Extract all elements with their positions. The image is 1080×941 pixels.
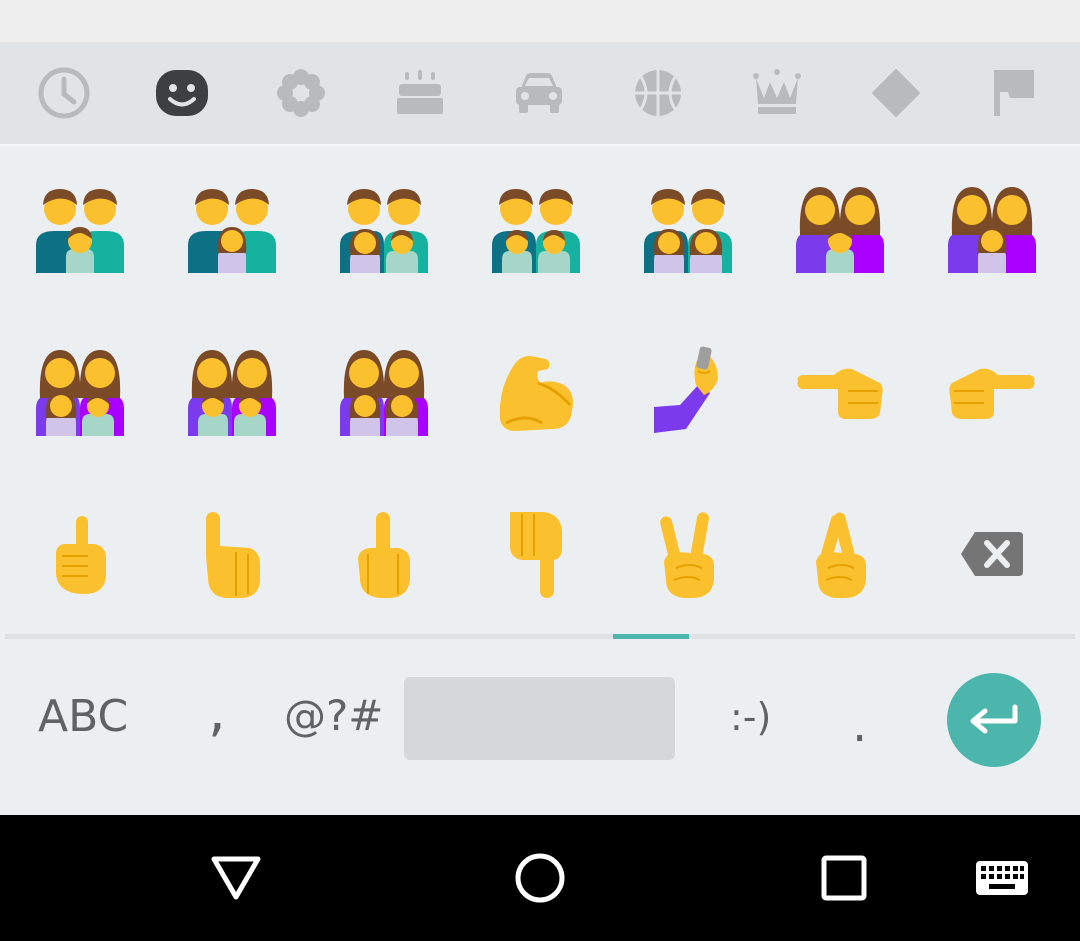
car-icon [516, 73, 562, 113]
birthday-cake-icon [397, 70, 443, 114]
emoji-category-bar [0, 42, 1080, 146]
selfie-emoji[interactable] [613, 309, 763, 472]
system-nav-bar [0, 815, 1080, 941]
family-woman-woman-boy-boy-emoji[interactable] [157, 309, 307, 472]
tab-recent[interactable] [5, 42, 123, 144]
family-woman-woman-girl-girl-emoji[interactable] [309, 309, 459, 472]
tab-symbols[interactable] [837, 42, 955, 144]
tab-food[interactable] [361, 42, 479, 144]
smiley-face-icon [156, 70, 208, 116]
abc-key[interactable]: ABC [38, 691, 128, 742]
status-strip [0, 0, 1080, 42]
back-button[interactable] [196, 815, 276, 941]
backhand-index-pointing-down-emoji[interactable] [461, 472, 611, 635]
keyboard-bottom-row: ABC , @?# :-) . [0, 639, 1080, 815]
emoji-grid [0, 146, 1080, 634]
middle-finger-emoji[interactable] [309, 472, 459, 635]
period-key[interactable]: . [852, 697, 867, 753]
keyboard-icon [976, 861, 1028, 895]
family-man-man-girl-boy-emoji[interactable] [309, 146, 459, 309]
symbols-key[interactable]: @?# [284, 691, 383, 740]
victory-hand-emoji[interactable] [613, 472, 763, 635]
tab-activities[interactable] [599, 42, 717, 144]
crown-icon [753, 69, 801, 114]
enter-arrow-icon [970, 704, 1018, 734]
tab-travel[interactable] [480, 42, 598, 144]
tab-objects[interactable] [718, 42, 836, 144]
family-man-man-girl-girl-emoji[interactable] [613, 146, 763, 309]
backhand-index-pointing-left-emoji[interactable] [765, 309, 915, 472]
recents-button[interactable] [804, 815, 884, 941]
backspace-icon[interactable] [917, 472, 1067, 635]
crossed-fingers-emoji[interactable] [765, 472, 915, 635]
tab-nature[interactable] [242, 42, 360, 144]
flower-icon [277, 69, 325, 117]
recents-square-icon [821, 855, 867, 901]
basketball-icon [635, 70, 681, 116]
tab-flags[interactable] [956, 42, 1074, 144]
enter-button[interactable] [947, 673, 1041, 767]
family-woman-woman-girl-boy-emoji[interactable] [5, 309, 155, 472]
flag-icon [994, 70, 1034, 116]
family-woman-woman-girl-emoji[interactable] [917, 146, 1067, 309]
diamond-icon [872, 69, 920, 117]
tab-smileys[interactable] [123, 42, 241, 144]
space-bar[interactable] [404, 677, 675, 760]
back-triangle-icon [211, 856, 261, 900]
backhand-index-pointing-up-emoji[interactable] [157, 472, 307, 635]
home-circle-icon [515, 853, 565, 903]
emoticon-key[interactable]: :-) [730, 695, 771, 739]
home-button[interactable] [500, 815, 580, 941]
comma-key[interactable]: , [208, 679, 226, 744]
family-man-man-boy-boy-emoji[interactable] [461, 146, 611, 309]
index-pointing-up-emoji[interactable] [5, 472, 155, 635]
keyboard-switch-button[interactable] [962, 815, 1042, 941]
flexed-biceps-emoji[interactable] [461, 309, 611, 472]
family-woman-woman-boy-emoji[interactable] [765, 146, 915, 309]
family-man-man-girl-emoji[interactable] [157, 146, 307, 309]
backhand-index-pointing-right-emoji[interactable] [917, 309, 1067, 472]
family-man-man-boy-emoji[interactable] [5, 146, 155, 309]
recent-clock-icon [38, 67, 90, 119]
